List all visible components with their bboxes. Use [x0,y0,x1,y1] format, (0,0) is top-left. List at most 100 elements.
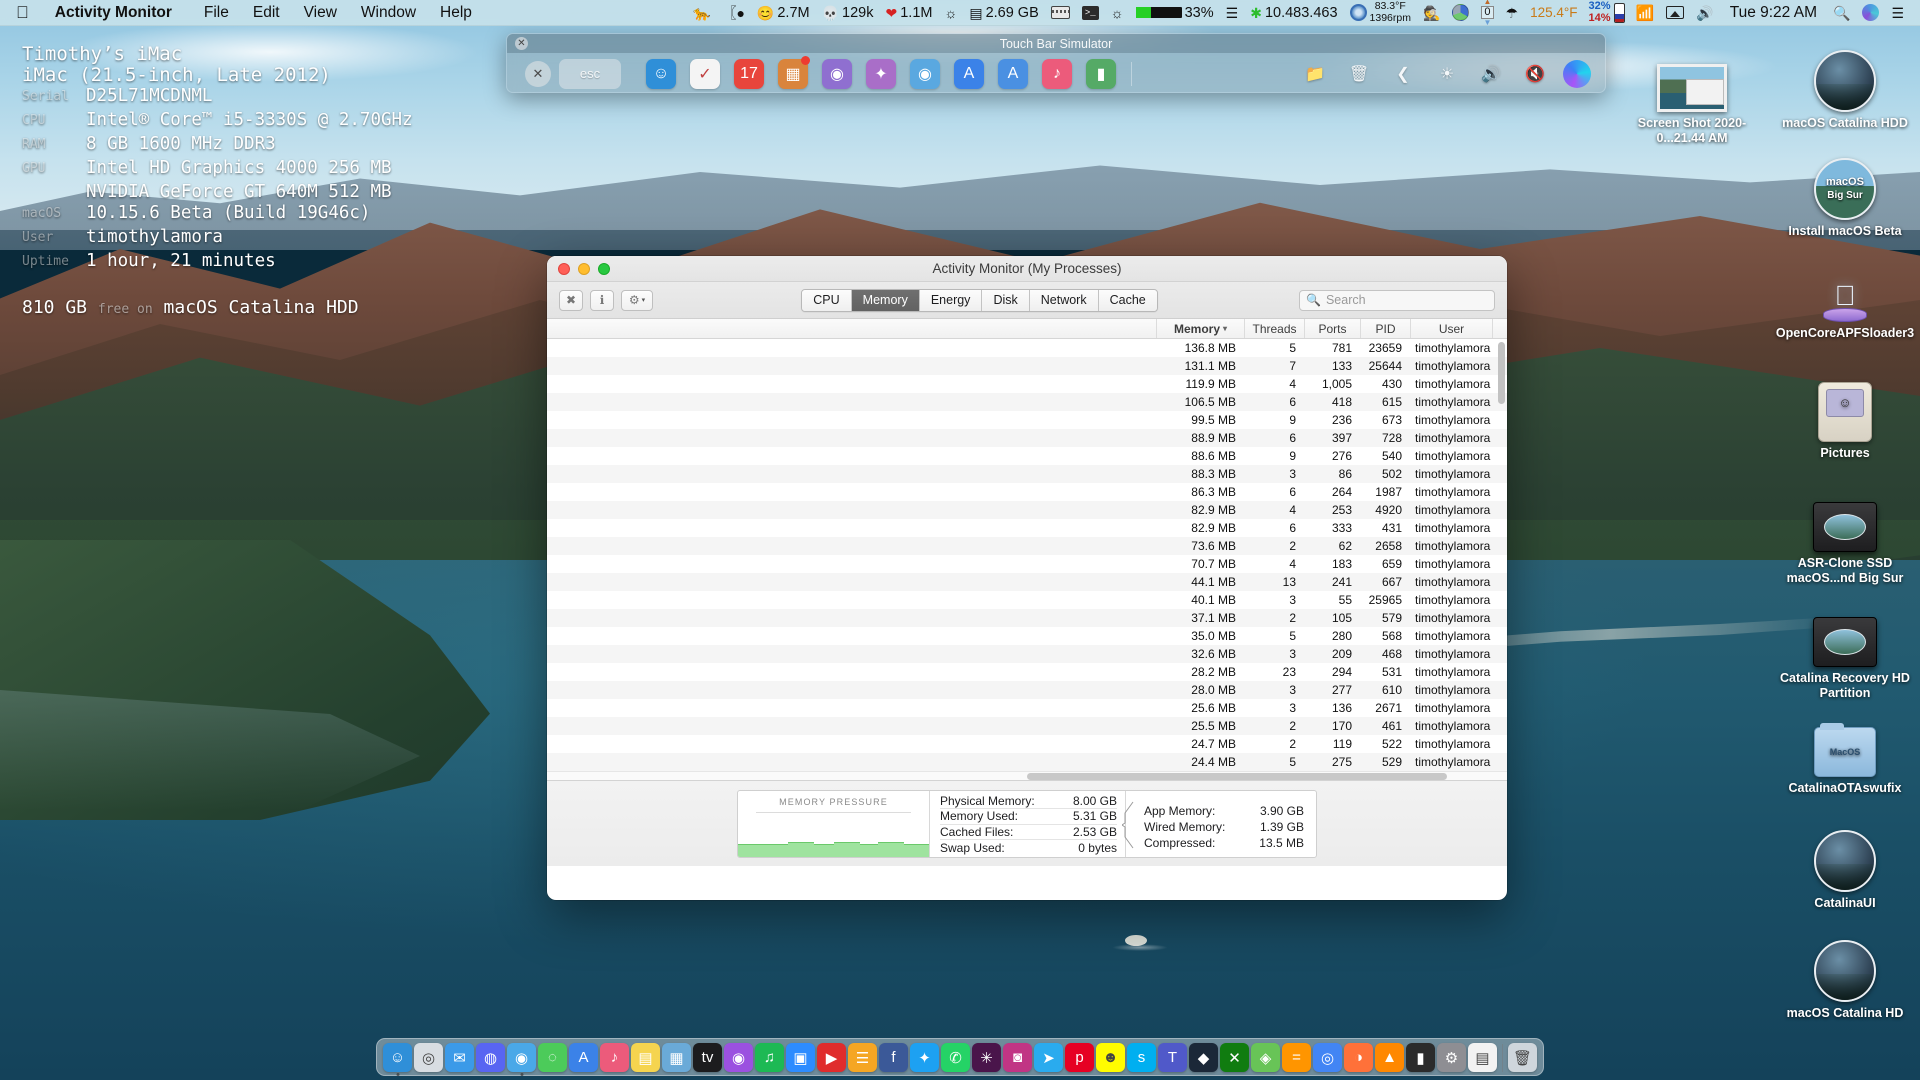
status-stepper[interactable]: ▲ 0 ▼ [1475,0,1499,27]
close-icon[interactable]: ✕ [515,37,528,50]
status-counter[interactable]: ✱ 10.483.463 [1244,5,1343,21]
status-wifi[interactable]: 📶 [1630,4,1661,22]
touch-bar-app-photos-preview[interactable]: ▦ [778,55,810,89]
table-row[interactable]: 70.7 MB 4 183 659 timothylamora [547,555,1507,573]
table-row[interactable]: 88.6 MB 9 276 540 timothylamora [547,447,1507,465]
touch-bar-simulator-window[interactable]: ✕ Touch Bar Simulator ✕ esc ☺ ✓ 17 ▦ ◉ ✦ ◉ A A ♪ ▮… [506,33,1606,93]
status-heart[interactable]: ❤ 1.1M [880,5,939,21]
close-button[interactable] [558,262,570,275]
vertical-scrollbar[interactable] [1498,342,1505,768]
table-row[interactable]: 119.9 MB 4 1,005 430 timothylamora [547,375,1507,393]
menu-item-help[interactable]: Help [428,4,484,22]
dock-item-pinterest[interactable]: p [1065,1043,1094,1072]
tab-memory[interactable]: Memory [851,289,920,311]
status-temp-secondary[interactable]: 125.4°F [1524,5,1583,20]
status-battery[interactable]: 32% 14% [1584,0,1630,24]
touch-bar-brightness-icon[interactable]: ☀ [1430,59,1464,89]
table-row[interactable]: 28.0 MB 3 277 610 timothylamora [547,681,1507,699]
table-row[interactable]: 37.1 MB 2 105 579 timothylamora [547,609,1507,627]
desktop-icon-pictures-folder[interactable]: ☺ Pictures [1770,370,1920,461]
status-airplay[interactable] [1660,6,1690,19]
dock-item-twitter[interactable]: ✦ [910,1043,939,1072]
dock-item-instagram[interactable]: ◙ [1003,1043,1032,1072]
status-istat-cheetah[interactable]: 🐆 [687,6,716,20]
tab-cache[interactable]: Cache [1098,289,1157,311]
dock-item-app-store[interactable]: A [569,1043,598,1072]
dock-item-xbox[interactable]: ✕ [1220,1043,1249,1072]
search-input[interactable]: 🔍 Search [1299,289,1495,311]
status-spotlight[interactable]: 🔍 [1827,6,1856,20]
column-header-ports[interactable]: Ports [1305,319,1361,338]
dock-item-spotify[interactable]: ♫ [755,1043,784,1072]
status-volume[interactable]: 🔊 [1690,6,1719,20]
table-row[interactable]: 28.2 MB 23 294 531 timothylamora [547,663,1507,681]
tab-energy[interactable]: Energy [919,289,983,311]
touch-bar-esc-key[interactable]: esc [559,58,621,89]
menu-item-file[interactable]: File [192,4,241,22]
dock-item-vlc[interactable]: ▲ [1375,1043,1404,1072]
dock-item-mail[interactable]: ✉ [445,1043,474,1072]
desktop-icon-macos-catalina-hd[interactable]: macOS Catalina HD [1770,930,1920,1021]
dock-item-snapchat[interactable]: ☻ [1096,1043,1125,1072]
status-bracket[interactable]: 〖● [716,6,750,20]
status-net-up[interactable]: 💀 129k [816,5,880,21]
table-row[interactable]: 82.9 MB 6 333 431 timothylamora [547,519,1507,537]
touch-bar-trash-icon[interactable]: 🗑 [1342,59,1376,89]
process-table-body[interactable]: 136.8 MB 5 781 23659 timothylamora 131.1 MB 7 1… [547,339,1507,771]
dock-item-calculator[interactable]: = [1282,1043,1311,1072]
dock-item-terminal[interactable]: ▮ [1406,1043,1435,1072]
horizontal-scrollbar[interactable] [547,771,1507,780]
table-row[interactable]: 24.7 MB 2 119 522 timothylamora [547,735,1507,753]
status-fan[interactable]: 83.3°F 1396rpm [1344,0,1417,24]
status-bandwidth[interactable]: ☰ [1220,6,1245,20]
gear-menu-button[interactable]: ⚙ ▾ [621,289,653,311]
touch-bar-app-app-store-2[interactable]: A [998,58,1028,89]
desktop-icon-install-macos-beta[interactable]: macOS Big Sur Install macOS Beta [1770,148,1920,239]
dock-item-zoom[interactable]: ▣ [786,1043,815,1072]
menu-app-name[interactable]: Activity Monitor [43,4,192,22]
desktop-icon-catalina-recovery[interactable]: Catalina Recovery HD Partition [1770,595,1920,700]
touch-bar-app-safari-1[interactable]: ◉ [822,58,852,89]
x-circle-icon[interactable]: ✕ [525,60,551,87]
touch-bar-app-safari-2[interactable]: ◉ [910,58,940,89]
dock-item-skype[interactable]: s [1127,1043,1156,1072]
touch-bar-back-chevron-icon[interactable]: ❮ [1386,59,1420,89]
dock-item-facebook[interactable]: f [879,1043,908,1072]
touch-bar-app-activity-monitor[interactable]: ✓ [690,58,720,89]
table-row[interactable]: 106.5 MB 6 418 615 timothylamora [547,393,1507,411]
dock-item-whatsapp[interactable]: ✆ [941,1043,970,1072]
dock-item-maps[interactable]: ◈ [1251,1043,1280,1072]
column-header-memory[interactable]: Memory ▾ [1157,319,1245,338]
dock-item-apple-tv[interactable]: tv [693,1043,722,1072]
dock-item-telegram[interactable]: ➤ [1034,1043,1063,1072]
table-row[interactable]: 25.5 MB 2 170 461 timothylamora [547,717,1507,735]
touch-bar-app-activity-strip[interactable]: ▮ [1086,58,1116,89]
table-row[interactable]: 86.3 MB 6 264 1987 timothylamora [547,483,1507,501]
status-brightness[interactable]: ☼ [938,6,963,20]
maximize-button[interactable] [598,262,610,275]
desktop-icon-opencore-apfs-loader[interactable]:  OpenCoreAPFSloader3 [1770,250,1920,341]
column-header-threads[interactable]: Threads [1245,319,1305,338]
touch-bar-app-music[interactable]: ♪ [1042,58,1072,89]
table-row[interactable]: 99.5 MB 9 236 673 timothylamora [547,411,1507,429]
status-control-center[interactable]: ☰ [1885,6,1910,20]
touch-bar-volume-mute-icon[interactable]: 🔇 [1518,59,1552,89]
dock-item-firefox[interactable]: ◑ [1344,1043,1373,1072]
dock-item-slack[interactable]: ✳ [972,1043,1001,1072]
dock-item-messages[interactable]: ◌ [538,1043,567,1072]
touch-bar-app-finder[interactable]: ☺ [646,58,676,89]
dock-item-system-prefs[interactable]: ⚙ [1437,1043,1466,1072]
status-umbrella[interactable]: ☂ [1500,6,1525,20]
table-row[interactable]: 25.6 MB 3 136 2671 timothylamora [547,699,1507,717]
table-row[interactable]: 131.1 MB 7 133 25644 timothylamora [547,357,1507,375]
siri-icon[interactable] [1563,59,1591,88]
desktop-icon-catalina-ui[interactable]: CatalinaUI [1770,820,1920,911]
dock-item-podcasts[interactable]: ◉ [724,1043,753,1072]
touch-bar-app-calendar[interactable]: 17 [734,58,764,89]
menu-item-edit[interactable]: Edit [241,4,292,22]
dock-item-chrome[interactable]: ◎ [1313,1043,1342,1072]
table-row[interactable]: 24.4 MB 5 275 529 timothylamora [547,753,1507,771]
status-net-down[interactable]: 😊 2.7M [751,5,816,21]
stop-process-button[interactable]: ✖ [559,289,583,311]
table-row[interactable]: 82.9 MB 4 253 4920 timothylamora [547,501,1507,519]
